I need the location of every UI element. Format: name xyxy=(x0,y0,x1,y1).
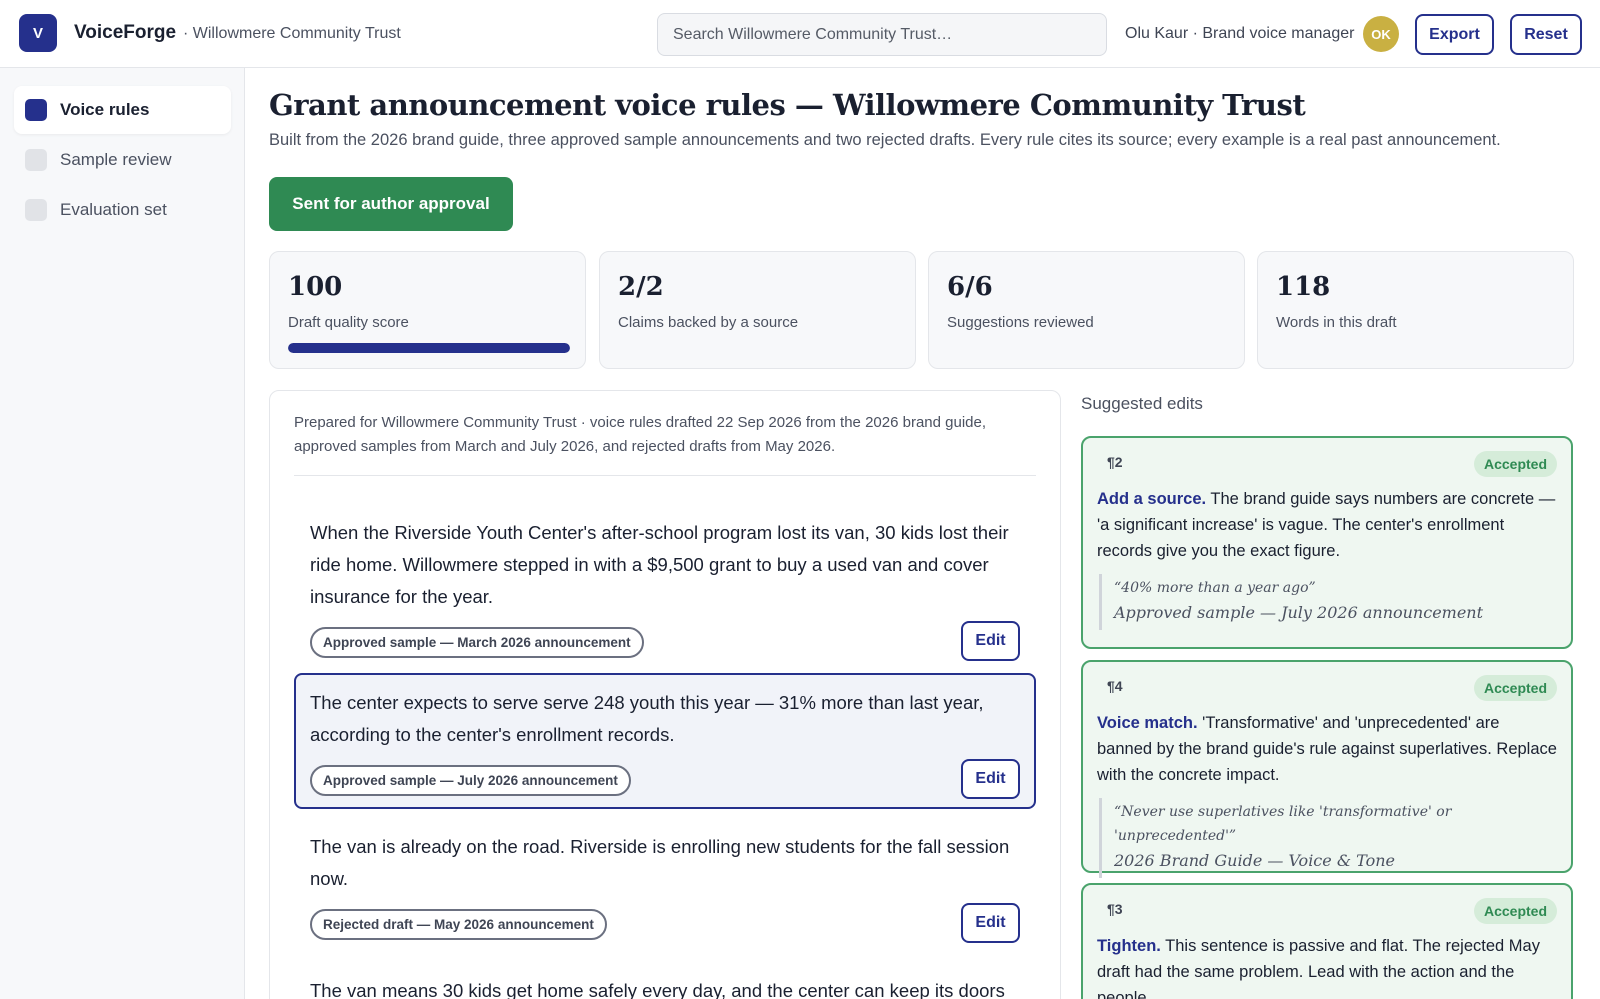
suggestion-card[interactable]: ¶2 Accepted Add a source. The brand guid… xyxy=(1081,436,1573,649)
paragraph-text: The center expects to serve serve 248 yo… xyxy=(310,692,984,745)
source-quote: “Never use superlatives like 'transforma… xyxy=(1099,798,1557,878)
sidebar-item-label: Sample review xyxy=(60,150,172,169)
paragraph-text: The van is already on the road. Riversid… xyxy=(310,836,1010,889)
author-approval-status-button[interactable]: Sent for author approval xyxy=(269,177,513,231)
draft-paragraph[interactable]: The van is already on the road. Riversid… xyxy=(294,817,1036,953)
org-name: · Willowmere Community Trust xyxy=(183,25,401,42)
sidebar-item-label: Evaluation set xyxy=(60,200,167,219)
quality-progress-fill xyxy=(288,343,570,353)
suggestion-body: Voice match. 'Transformative' and 'unpre… xyxy=(1097,710,1557,788)
sidebar-item-sample-review[interactable]: Sample review xyxy=(14,136,231,184)
status-badge: Accepted xyxy=(1473,898,1557,924)
suggestion-kind: Tighten. xyxy=(1097,937,1161,955)
edit-button[interactable]: Edit xyxy=(961,759,1020,799)
paragraph-text: The van means 30 kids get home safely ev… xyxy=(310,980,1005,999)
avatar[interactable]: OK xyxy=(1363,16,1399,52)
draft-paragraph[interactable]: When the Riverside Youth Center's after-… xyxy=(294,503,1036,671)
source-tag: Approved sample — July 2026 announcement xyxy=(310,765,631,796)
square-icon xyxy=(25,99,47,121)
status-badge: Accepted xyxy=(1473,451,1557,477)
quote-text: “Never use superlatives like 'transforma… xyxy=(1114,804,1452,844)
suggestion-kind: Add a source. xyxy=(1097,490,1207,508)
draft-panel: Prepared for Willowmere Community Trust … xyxy=(269,390,1061,999)
suggestion-card[interactable]: ¶4 Accepted Voice match. 'Transformative… xyxy=(1081,660,1573,878)
stat-value: 2/2 xyxy=(618,272,664,302)
divider xyxy=(294,475,1036,476)
quality-progress-bar xyxy=(288,343,570,353)
suggestion-kind: Voice match. xyxy=(1097,714,1198,732)
stat-label: Suggestions reviewed xyxy=(947,314,1094,331)
sidebar-item-evaluation-set[interactable]: Evaluation set xyxy=(14,186,231,234)
draft-meta: Prepared for Willowmere Community Trust … xyxy=(294,414,987,455)
top-bar: V VoiceForge · Willowmere Community Trus… xyxy=(0,0,1600,68)
stat-label: Words in this draft xyxy=(1276,314,1397,331)
suggestion-card[interactable]: ¶3 Accepted Tighten. This sentence is pa… xyxy=(1081,883,1573,999)
app-name: VoiceForge xyxy=(74,22,177,43)
quote-source: Approved sample — July 2026 announcement xyxy=(1114,603,1484,622)
stat-value: 100 xyxy=(288,272,343,302)
source-quote: “40% more than a year ago” Approved samp… xyxy=(1099,574,1557,630)
edit-button[interactable]: Edit xyxy=(961,621,1020,661)
paragraph-ref: ¶2 xyxy=(1107,454,1123,470)
stat-label: Draft quality score xyxy=(288,314,409,331)
app-logo: V xyxy=(19,14,57,52)
sidebar-item-voice-rules[interactable]: Voice rules xyxy=(14,86,231,134)
stat-card-claims: 2/2 Claims backed by a source xyxy=(599,251,916,369)
suggestion-text: This sentence is passive and flat. The r… xyxy=(1097,937,1540,999)
stat-card-suggestions: 6/6 Suggestions reviewed xyxy=(928,251,1245,369)
square-icon xyxy=(25,199,47,221)
draft-paragraph[interactable]: The van means 30 kids get home safely ev… xyxy=(294,961,1036,999)
stat-card-words: 118 Words in this draft xyxy=(1257,251,1574,369)
export-button[interactable]: Export xyxy=(1415,14,1494,55)
stat-value: 118 xyxy=(1276,272,1331,302)
source-tag: Approved sample — March 2026 announcemen… xyxy=(310,627,644,658)
search-input[interactable] xyxy=(657,13,1107,56)
user-name: Olu Kaur · Brand voice manager xyxy=(1125,25,1355,42)
stat-label: Claims backed by a source xyxy=(618,314,799,331)
stat-card-quality-score: 100 Draft quality score xyxy=(269,251,586,369)
quote-text: “40% more than a year ago” xyxy=(1114,580,1316,596)
paragraph-text: When the Riverside Youth Center's after-… xyxy=(310,522,1009,607)
sidebar: Voice rules Sample review Evaluation set xyxy=(0,68,245,999)
sidebar-item-label: Voice rules xyxy=(60,100,150,119)
paragraph-ref: ¶4 xyxy=(1107,678,1123,694)
suggestions-heading: Suggested edits xyxy=(1081,394,1203,413)
status-badge: Accepted xyxy=(1473,675,1557,701)
suggestion-body: Add a source. The brand guide says numbe… xyxy=(1097,486,1557,564)
paragraph-ref: ¶3 xyxy=(1107,901,1123,917)
stat-value: 6/6 xyxy=(947,272,993,302)
page-subtitle: Built from the 2026 brand guide, three a… xyxy=(269,131,1501,149)
edit-button[interactable]: Edit xyxy=(961,903,1020,943)
draft-paragraph-selected[interactable]: The center expects to serve serve 248 yo… xyxy=(294,673,1036,809)
quote-source: 2026 Brand Guide — Voice & Tone xyxy=(1114,851,1395,870)
page-title: Grant announcement voice rules — Willowm… xyxy=(269,88,1306,122)
square-icon xyxy=(25,149,47,171)
reset-button[interactable]: Reset xyxy=(1510,14,1582,55)
suggestion-body: Tighten. This sentence is passive and fl… xyxy=(1097,933,1557,999)
source-tag: Rejected draft — May 2026 announcement xyxy=(310,909,607,940)
